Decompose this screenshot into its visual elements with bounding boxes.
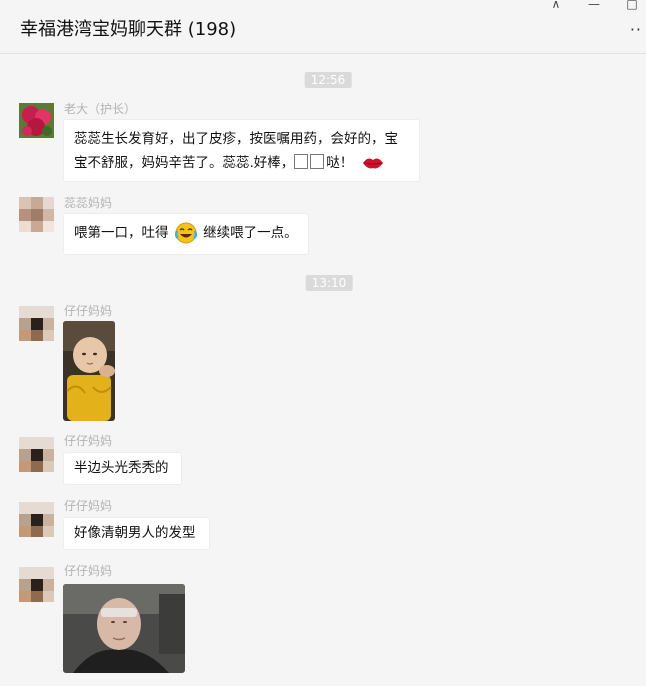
minimize-icon[interactable]: — [586,0,602,12]
window-controls: ⊼ — □ [548,0,640,12]
laughing-crying-emoji-icon [174,222,197,244]
blurred-avatar-icon [19,502,54,537]
maximize-icon[interactable]: □ [624,0,640,12]
pin-icon[interactable]: ⊼ [548,0,564,12]
blurred-avatar-icon [19,567,54,602]
sender-name: 蕊蕊妈妈 [64,196,113,210]
lips-icon [362,158,383,169]
timestamp: 13:10 [305,275,353,291]
avatar[interactable] [19,103,54,138]
avatar[interactable] [19,567,54,602]
baby-photo[interactable] [63,321,115,421]
missing-glyph-icon [294,154,309,169]
message-text: 喂第一口，吐得 [74,225,169,241]
chat-header: 幸福港湾宝妈聊天群 (198) ⊼ — □ ·· [0,0,646,54]
sender-name: 仔仔妈妈 [64,564,113,578]
avatar[interactable] [19,502,54,537]
avatar[interactable] [19,306,54,341]
sender-name: 仔仔妈妈 [64,434,113,448]
missing-glyph-icon [310,154,325,169]
blurred-avatar-icon [19,306,54,341]
message-bubble[interactable]: 半边头光秃秃的 [63,452,182,485]
sender-name: 仔仔妈妈 [64,304,113,318]
message-text: 哒！ [326,155,354,171]
sender-name: 仔仔妈妈 [64,499,113,513]
man-photo[interactable] [63,584,185,673]
message-bubble[interactable]: 喂第一口，吐得 继续喂了一点。 [63,213,309,255]
chat-title: 幸福港湾宝妈聊天群 (198) [20,19,237,40]
blurred-avatar-icon [19,197,54,232]
message-text: 好像清朝男人的发型 [74,525,196,541]
message-list[interactable]: 12:56 老大（护长） 蕊蕊生长发育好，出了皮疹，按医嘱用药，会好的，宝宝不舒… [0,54,646,686]
message-bubble[interactable]: 蕊蕊生长发育好，出了皮疹，按医嘱用药，会好的，宝宝不舒服，妈妈辛苦了。蕊蕊.好棒… [63,119,420,182]
flower-avatar-icon [19,103,54,138]
message-bubble[interactable]: 好像清朝男人的发型 [63,517,210,550]
sender-name: 老大（护长） [64,102,137,116]
avatar[interactable] [19,197,54,232]
timestamp: 12:56 [304,72,352,88]
message-text: 继续喂了一点。 [203,225,298,241]
avatar[interactable] [19,437,54,472]
message-text: 半边头光秃秃的 [74,460,169,476]
more-options-icon[interactable]: ·· [630,20,642,39]
blurred-avatar-icon [19,437,54,472]
